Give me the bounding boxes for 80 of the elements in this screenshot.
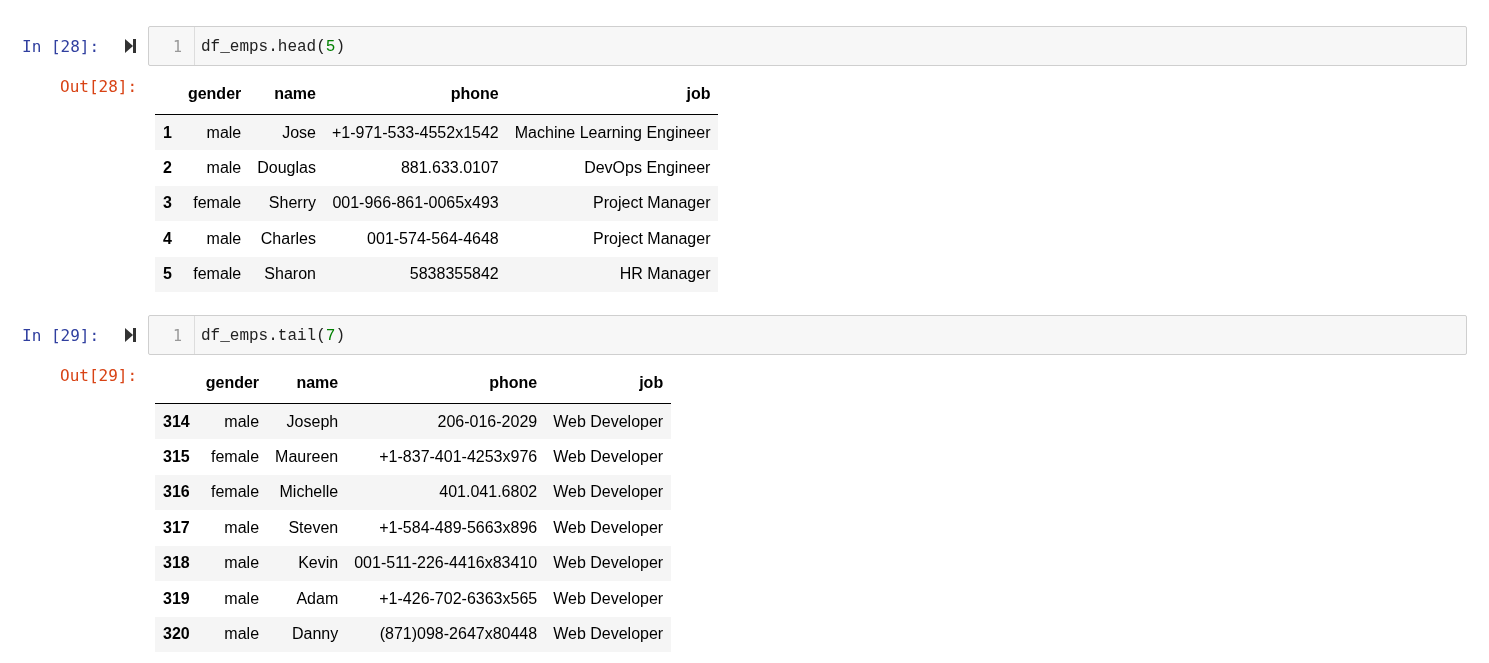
table-cell: 401.041.6802 <box>346 474 546 510</box>
line-number: 1 <box>149 316 195 354</box>
row-index: 320 <box>155 616 198 652</box>
row-index: 1 <box>155 114 180 150</box>
table-cell: Web Developer <box>545 403 672 439</box>
table-cell: Sharon <box>249 256 324 292</box>
row-index: 2 <box>155 150 180 186</box>
table-cell: DevOps Engineer <box>506 150 719 186</box>
table-cell: +1-584-489-5663x896 <box>346 510 546 546</box>
table-cell: 881.633.0107 <box>323 150 507 186</box>
table-cell: 001-966-861-0065x493 <box>323 185 507 221</box>
table-cell: 206-016-2029 <box>346 403 546 439</box>
table-cell: Michelle <box>267 474 347 510</box>
table-cell: +1-971-533-4552x1542 <box>323 114 507 150</box>
table-cell: +1-426-702-6363x565 <box>346 581 546 617</box>
row-index: 314 <box>155 403 198 439</box>
table-cell: Steven <box>267 510 347 546</box>
run-cell-icon[interactable] <box>124 327 136 343</box>
table-cell: Maureen <box>267 439 347 475</box>
column-header: name <box>249 82 324 115</box>
code-editor[interactable]: 1 df_emps.tail(7) <box>148 315 1467 355</box>
table-cell: male <box>197 616 268 652</box>
table-cell: male <box>197 403 268 439</box>
row-index: 319 <box>155 581 198 617</box>
table-cell: female <box>179 256 250 292</box>
table-cell: female <box>197 474 268 510</box>
code-line: df_emps.tail(7) <box>200 326 346 347</box>
row-index: 315 <box>155 439 198 475</box>
column-header: job <box>545 371 672 404</box>
table-cell: Web Developer <box>545 439 672 475</box>
table-cell: Web Developer <box>545 474 672 510</box>
table-cell: male <box>197 510 268 546</box>
table-cell: Joseph <box>267 403 347 439</box>
table-cell: +1-837-401-4253x976 <box>346 439 546 475</box>
row-index: 5 <box>155 256 180 292</box>
table-cell: Web Developer <box>545 510 672 546</box>
column-header: phone <box>323 82 507 115</box>
table-cell: Adam <box>267 581 347 617</box>
table-cell: Sherry <box>249 185 324 221</box>
table-cell: 5838355842 <box>323 256 507 292</box>
row-index: 316 <box>155 474 198 510</box>
table-cell: HR Manager <box>506 256 719 292</box>
table-cell: female <box>179 185 250 221</box>
table-cell: Jose <box>249 114 324 150</box>
row-index: 318 <box>155 545 198 581</box>
column-header: gender <box>197 371 268 404</box>
table-cell: 001-511-226-4416x83410 <box>346 545 546 581</box>
table-cell: male <box>197 545 268 581</box>
table-cell: Douglas <box>249 150 324 186</box>
output-prompt: Out[29]: <box>59 365 139 387</box>
table-cell: 001-574-564-4648 <box>323 221 507 257</box>
output-prompt: Out[28]: <box>59 76 139 98</box>
column-header: name <box>267 371 347 404</box>
table-cell: Kevin <box>267 545 347 581</box>
code-line: df_emps.head(5) <box>200 37 346 58</box>
table-cell: male <box>179 150 250 186</box>
table-cell: Web Developer <box>545 616 672 652</box>
row-index: 4 <box>155 221 180 257</box>
table-cell: male <box>179 114 250 150</box>
run-cell-icon[interactable] <box>124 38 136 54</box>
row-index: 3 <box>155 185 180 221</box>
column-header: phone <box>346 371 546 404</box>
table-cell: Danny <box>267 616 347 652</box>
table-cell: Web Developer <box>545 581 672 617</box>
table-cell: male <box>179 221 250 257</box>
table-cell: (871)098-2647x80448 <box>346 616 546 652</box>
table-cell: Web Developer <box>545 545 672 581</box>
table-cell: Machine Learning Engineer <box>506 114 719 150</box>
code-editor[interactable]: 1 df_emps.head(5) <box>148 26 1467 66</box>
table-cell: male <box>197 581 268 617</box>
input-prompt: In [28]: <box>21 36 101 58</box>
column-header: job <box>506 82 719 115</box>
input-prompt: In [29]: <box>21 325 101 347</box>
table-cell: Project Manager <box>506 185 719 221</box>
row-index: 317 <box>155 510 198 546</box>
line-number: 1 <box>149 27 195 65</box>
table-cell: Project Manager <box>506 221 719 257</box>
table-cell: Charles <box>249 221 324 257</box>
table-cell: female <box>197 439 268 475</box>
column-header: gender <box>179 82 250 115</box>
